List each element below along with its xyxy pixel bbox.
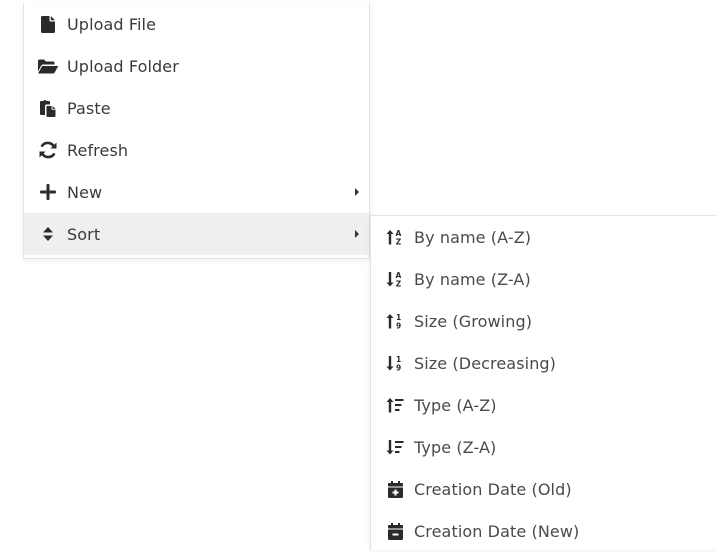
sort-by-name-asc[interactable]: AZ By name (A-Z) — [371, 216, 716, 258]
sort-alpha-asc-icon: AZ — [385, 227, 405, 247]
refresh-icon — [38, 140, 58, 160]
svg-text:Z: Z — [396, 238, 402, 246]
sort-by-size-asc[interactable]: 19 Size (Growing) — [371, 300, 716, 342]
menu-item-label: Type (A-Z) — [414, 395, 497, 415]
sort-submenu: AZ By name (A-Z) AZ By name (Z-A) 19 Siz… — [370, 215, 716, 550]
sort-by-size-desc[interactable]: 19 Size (Decreasing) — [371, 342, 716, 384]
sort-by-type-desc[interactable]: Type (Z-A) — [371, 426, 716, 468]
paste-icon — [38, 98, 58, 118]
plus-icon — [38, 182, 58, 202]
menu-item-upload-file[interactable]: Upload File — [24, 3, 369, 45]
file-icon — [38, 14, 58, 34]
chevron-right-icon — [355, 188, 359, 196]
calendar-minus-icon — [385, 521, 405, 541]
sort-by-date-new[interactable]: Creation Date (New) — [371, 510, 716, 552]
chevron-right-icon — [355, 230, 359, 238]
menu-item-label: Upload File — [67, 14, 157, 34]
menu-item-label: Refresh — [67, 140, 129, 160]
sort-by-type-asc[interactable]: Type (A-Z) — [371, 384, 716, 426]
context-menu: Upload File Upload Folder Paste Refresh … — [23, 3, 370, 259]
menu-item-upload-folder[interactable]: Upload Folder — [24, 45, 369, 87]
menu-item-label: Size (Growing) — [414, 311, 533, 331]
svg-text:Z: Z — [396, 280, 402, 288]
menu-item-refresh[interactable]: Refresh — [24, 129, 369, 171]
menu-item-label: By name (A-Z) — [414, 227, 532, 247]
sort-alpha-desc-icon: AZ — [385, 269, 405, 289]
folder-open-icon — [38, 56, 58, 76]
menu-item-new[interactable]: New — [24, 171, 369, 213]
menu-item-label: New — [67, 182, 103, 202]
sort-by-name-desc[interactable]: AZ By name (Z-A) — [371, 258, 716, 300]
sort-amount-desc-icon — [385, 437, 405, 457]
menu-item-label: Upload Folder — [67, 56, 179, 76]
svg-text:9: 9 — [396, 364, 401, 372]
sort-by-date-old[interactable]: Creation Date (Old) — [371, 468, 716, 510]
menu-item-label: Sort — [67, 224, 101, 244]
menu-item-label: Size (Decreasing) — [414, 353, 557, 373]
menu-item-label: By name (Z-A) — [414, 269, 531, 289]
calendar-plus-icon — [385, 479, 405, 499]
menu-item-label: Type (Z-A) — [414, 437, 497, 457]
sort-amount-asc-icon — [385, 395, 405, 415]
sort-numeric-asc-icon: 19 — [385, 311, 405, 331]
sort-numeric-desc-icon: 19 — [385, 353, 405, 373]
menu-item-sort[interactable]: Sort — [24, 213, 369, 255]
menu-item-paste[interactable]: Paste — [24, 87, 369, 129]
svg-text:9: 9 — [396, 322, 401, 330]
menu-item-label: Paste — [67, 98, 111, 118]
menu-item-label: Creation Date (Old) — [414, 479, 572, 499]
menu-item-label: Creation Date (New) — [414, 521, 580, 541]
sort-icon — [38, 224, 58, 244]
